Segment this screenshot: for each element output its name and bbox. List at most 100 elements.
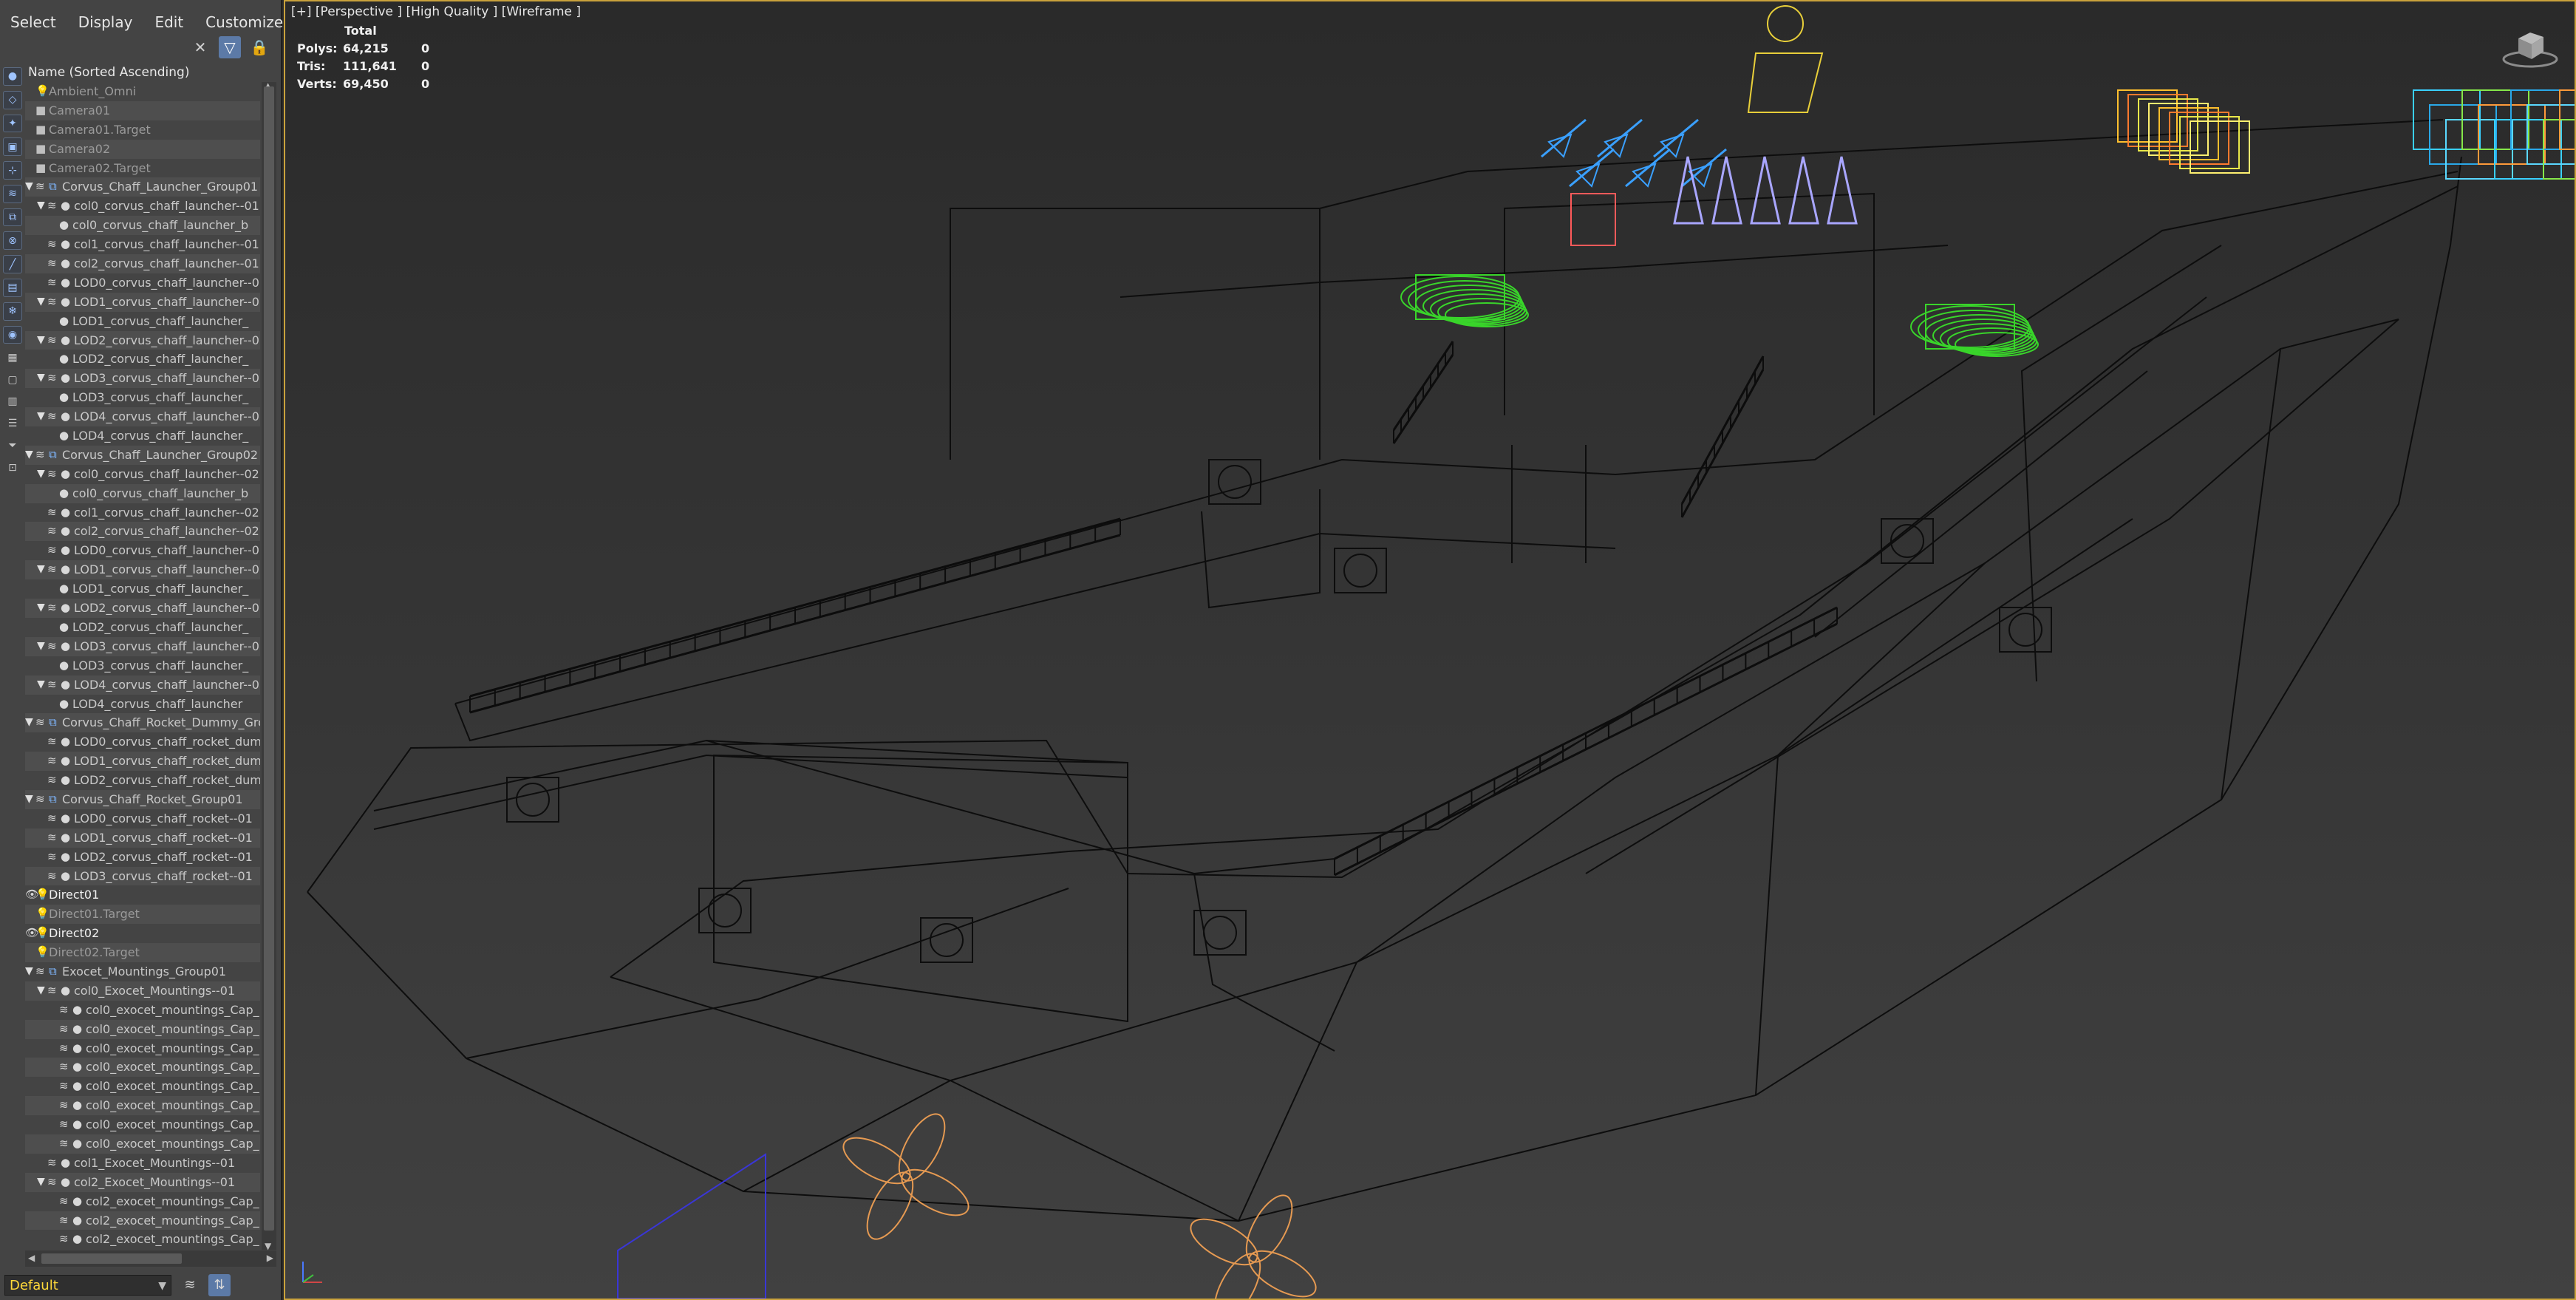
invert-filter-icon[interactable]: ▥: [4, 393, 21, 410]
tree-row[interactable]: ≋ ● col2_corvus_chaff_launcher--01: [25, 254, 260, 273]
scroll-left-icon[interactable]: ◀: [28, 1253, 35, 1263]
menu-edit[interactable]: Edit: [154, 13, 183, 31]
tree-row[interactable]: ● LOD2_corvus_chaff_launcher_: [25, 350, 260, 369]
bone-filter-icon[interactable]: ╱: [3, 255, 22, 274]
tree-row[interactable]: ▼ ≋ ● LOD4_corvus_chaff_launcher--0: [25, 407, 260, 427]
tree-row[interactable]: ≋ ● col0_exocet_mountings_Cap_: [25, 1001, 260, 1020]
tree-row[interactable]: ≋ ● LOD0_corvus_chaff_launcher--0: [25, 541, 260, 560]
expand-arrow-icon[interactable]: ▼: [37, 293, 45, 312]
none-filter-icon[interactable]: ▢: [4, 371, 21, 388]
expand-arrow-icon[interactable]: ▼: [37, 560, 45, 579]
helper-filter-icon[interactable]: ⊹: [3, 161, 22, 180]
tree-vertical-scroll-thumb[interactable]: [264, 86, 274, 1231]
tree-row[interactable]: ≋ ● col2_exocet_mountings_Cap_: [25, 1192, 260, 1211]
tree-row[interactable]: ≋ ● LOD1_corvus_chaff_rocket_dum: [25, 752, 260, 772]
xref-filter-icon[interactable]: ⊗: [3, 231, 22, 251]
expand-arrow-icon[interactable]: ▼: [37, 599, 45, 618]
tree-row[interactable]: 👁 💡 Direct01: [25, 885, 260, 905]
tree-row[interactable]: ▼ ≋ ● LOD3_corvus_chaff_launcher--0: [25, 636, 260, 656]
tree-row[interactable]: ■ Camera02.Target: [25, 159, 260, 178]
tree-row[interactable]: ≋ ● LOD1_corvus_chaff_rocket--01: [25, 828, 260, 848]
tree-horizontal-scrollbar[interactable]: ◀ ▶: [25, 1250, 276, 1267]
group-filter-icon[interactable]: ⧉: [3, 208, 22, 227]
expand-arrow-icon[interactable]: ▼: [37, 197, 45, 216]
expand-arrow-icon[interactable]: ▼: [37, 407, 45, 426]
tree-row[interactable]: ≋ ● col0_exocet_mountings_Cap_: [25, 1039, 260, 1058]
tree-row[interactable]: ≋ ● col2_exocet_mountings_Cap_: [25, 1211, 260, 1231]
menu-customize[interactable]: Customize: [205, 13, 283, 31]
tree-row[interactable]: ▼ ≋ ● LOD1_corvus_chaff_launcher--0: [25, 292, 260, 312]
tree-row[interactable]: ≋ ● col0_exocet_mountings_Cap_: [25, 1019, 260, 1039]
all-filter-icon[interactable]: ▦: [4, 349, 21, 366]
tree-horizontal-scroll-thumb[interactable]: [41, 1253, 182, 1264]
expand-arrow-icon[interactable]: ▼: [37, 981, 45, 1001]
tree-row[interactable]: ■ Camera01.Target: [25, 120, 260, 140]
tree-row[interactable]: ● col0_corvus_chaff_launcher_b: [25, 483, 260, 503]
perspective-viewport[interactable]: [+] [Perspective ] [High Quality ] [Wire…: [284, 0, 2576, 1300]
frozen-filter-icon[interactable]: ❄: [3, 302, 22, 321]
viewport-label-menu[interactable]: [+] [Perspective ] [High Quality ] [Wire…: [291, 4, 581, 19]
scroll-down-icon[interactable]: ▼: [265, 1241, 271, 1251]
tree-row[interactable]: ≋ ● LOD2_corvus_chaff_rocket--01: [25, 848, 260, 867]
tree-row[interactable]: ▼ ≋ ● LOD2_corvus_chaff_launcher--0: [25, 330, 260, 350]
expand-arrow-icon[interactable]: ▼: [25, 177, 33, 197]
tree-row[interactable]: ● LOD4_corvus_chaff_launcher_: [25, 426, 260, 446]
tree-row[interactable]: ≋ ● LOD3_corvus_chaff_rocket--01: [25, 866, 260, 886]
tree-row[interactable]: ▼ ≋ ⧉ Corvus_Chaff_Launcher_Group01: [25, 177, 260, 197]
expand-arrow-icon[interactable]: ▼: [37, 369, 45, 388]
tree-row[interactable]: ● LOD3_corvus_chaff_launcher_: [25, 388, 260, 407]
tree-row[interactable]: ≋ ● col1_corvus_chaff_launcher--02: [25, 503, 260, 523]
menu-display[interactable]: Display: [78, 13, 133, 31]
clear-search-icon[interactable]: ✕: [189, 36, 211, 58]
lock-icon[interactable]: 🔒: [248, 36, 270, 58]
tree-row[interactable]: ▼ ≋ ● col0_corvus_chaff_launcher--02: [25, 465, 260, 484]
shape-filter-icon[interactable]: ◇: [3, 90, 22, 109]
tree-row[interactable]: ▼ ≋ ● col0_corvus_chaff_launcher--01: [25, 197, 260, 216]
tree-column-header[interactable]: Name (Sorted Ascending): [25, 64, 262, 81]
camera-filter-icon[interactable]: ▣: [3, 137, 22, 157]
configure-filter-icon[interactable]: ☰: [4, 415, 21, 432]
tree-row[interactable]: ≋ ● LOD0_corvus_chaff_launcher--0: [25, 273, 260, 293]
tree-row[interactable]: ▼ ≋ ⧉ Corvus_Chaff_Rocket_Group01: [25, 789, 260, 809]
expand-arrow-icon[interactable]: ▼: [37, 675, 45, 695]
layer-dropdown[interactable]: Default ▼: [4, 1274, 171, 1296]
container-filter-icon[interactable]: ▤: [3, 279, 22, 297]
funnel-icon[interactable]: ⏷: [4, 438, 21, 455]
tree-row[interactable]: 💡 Ambient_Omni: [25, 82, 260, 101]
hidden-filter-icon[interactable]: ◉: [3, 325, 22, 344]
tree-row[interactable]: ≋ ● col0_exocet_mountings_Cap_: [25, 1134, 260, 1154]
tree-row[interactable]: ▼ ≋ ● LOD3_corvus_chaff_launcher--0: [25, 369, 260, 389]
sort-toggle-icon[interactable]: ⇅: [208, 1273, 231, 1296]
expand-arrow-icon[interactable]: ▼: [25, 790, 33, 809]
tree-vertical-scrollbar[interactable]: ▲ ▼: [262, 81, 276, 1251]
tree-row[interactable]: 💡 Direct02.Target: [25, 943, 260, 962]
light-filter-icon[interactable]: ✦: [3, 114, 22, 133]
tree-row[interactable]: ≋ ● col0_exocet_mountings_Cap_: [25, 1058, 260, 1078]
tree-row[interactable]: ● LOD2_corvus_chaff_launcher_: [25, 618, 260, 637]
tree-row[interactable]: ≋ ● LOD0_corvus_chaff_rocket_dum: [25, 732, 260, 752]
menu-select[interactable]: Select: [10, 13, 56, 31]
tree-row[interactable]: ▼ ≋ ● LOD1_corvus_chaff_launcher--0: [25, 560, 260, 580]
tree-row[interactable]: ≋ ● col0_exocet_mountings_Cap_: [25, 1096, 260, 1116]
tree-row[interactable]: ≋ ● col2_corvus_chaff_launcher--02: [25, 522, 260, 542]
tree-row[interactable]: ≋ ● col1_Exocet_Mountings--01: [25, 1154, 260, 1173]
tree-row[interactable]: ≋ ● col0_exocet_mountings_Cap_: [25, 1077, 260, 1096]
expand-arrow-icon[interactable]: ▼: [37, 465, 45, 484]
tree-row[interactable]: ≋ ● LOD2_corvus_chaff_rocket_dum: [25, 771, 260, 790]
tree-row[interactable]: ≋ ● col1_corvus_chaff_launcher--01: [25, 235, 260, 254]
tree-row[interactable]: ▼ ≋ ⧉ Exocet_Mountings_Group01: [25, 962, 260, 981]
expand-arrow-icon[interactable]: ▼: [25, 446, 33, 465]
tree-row[interactable]: ≋ ● LOD0_corvus_chaff_rocket--01: [25, 809, 260, 828]
tree-row[interactable]: ▼ ≋ ● LOD2_corvus_chaff_launcher--0: [25, 599, 260, 618]
tree-row[interactable]: ● LOD1_corvus_chaff_launcher_: [25, 312, 260, 331]
spacewarp-filter-icon[interactable]: ≋: [3, 184, 22, 203]
tree-row[interactable]: ■ Camera01: [25, 101, 260, 120]
tree-row[interactable]: ▼ ≋ ● col2_Exocet_Mountings--01: [25, 1172, 260, 1192]
viewcube-icon[interactable]: [2501, 27, 2560, 71]
expand-arrow-icon[interactable]: ▼: [25, 962, 33, 981]
tree-row[interactable]: ≋ ● col2_exocet_mountings_Cap_: [25, 1230, 260, 1249]
expand-arrow-icon[interactable]: ▼: [37, 637, 45, 656]
filter-icon[interactable]: ▽: [219, 36, 241, 58]
geometry-filter-icon[interactable]: ●: [3, 67, 22, 86]
tree-row[interactable]: ■ Camera02: [25, 139, 260, 159]
